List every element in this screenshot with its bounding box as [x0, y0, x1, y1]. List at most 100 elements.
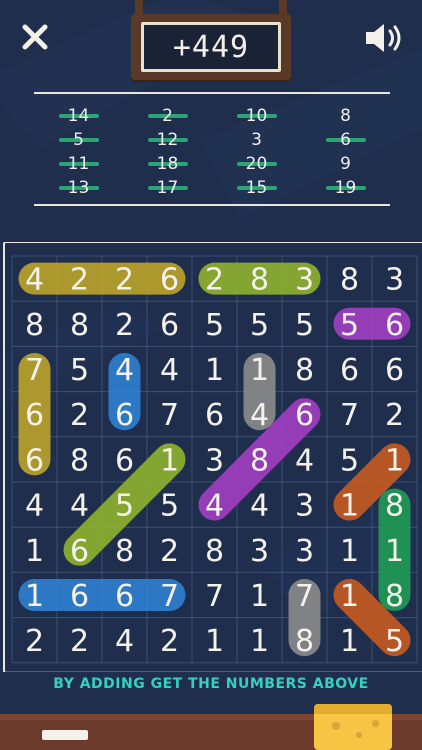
target-number: 6: [301, 128, 390, 151]
number-grid-board[interactable]: 4 2 2 6 2 8 3 8 38 8 2 6 5 5 5 5 67 5 4 4 1 1 8 6 66 2 6 7 6 4 6 7 26 8 6 1…: [0, 242, 422, 672]
grid-cell-number[interactable]: 5: [340, 443, 359, 478]
grid-cell-number[interactable]: 8: [250, 443, 269, 478]
target-number-label: 19: [334, 177, 357, 198]
grid-cell-number[interactable]: 4: [70, 489, 89, 524]
grid-cell-number[interactable]: 4: [25, 489, 44, 524]
grid-cell-number[interactable]: 6: [160, 308, 179, 343]
target-number-label: 3: [251, 129, 262, 150]
grid-cell-number[interactable]: 1: [25, 579, 44, 614]
grid-cell-number[interactable]: 3: [205, 443, 224, 478]
grid-cell-number[interactable]: 6: [340, 353, 359, 388]
grid-cell-number[interactable]: 6: [115, 443, 134, 478]
grid-cell-number[interactable]: 2: [115, 263, 134, 298]
grid-cell-number[interactable]: 3: [295, 534, 314, 569]
sponge-hole: [332, 722, 340, 730]
grid-cell-number[interactable]: 6: [295, 398, 314, 433]
grid-cell-number[interactable]: 1: [160, 443, 179, 478]
grid-cell-number[interactable]: 2: [25, 624, 44, 659]
grid-cell-number[interactable]: 8: [295, 353, 314, 388]
grid-cell-number[interactable]: 1: [250, 579, 269, 614]
grid-cell-number[interactable]: 2: [115, 308, 134, 343]
grid-cell-number[interactable]: 8: [70, 443, 89, 478]
grid-cell-number[interactable]: 5: [250, 308, 269, 343]
grid-cell-number[interactable]: 7: [295, 579, 314, 614]
grid-cell-number[interactable]: 2: [70, 263, 89, 298]
target-number: 9: [301, 152, 390, 175]
grid-cell-number[interactable]: 8: [295, 624, 314, 659]
target-number: 5: [34, 128, 123, 151]
grid-cell-number[interactable]: 2: [385, 398, 404, 433]
grid-cell-number[interactable]: 6: [70, 534, 89, 569]
grid-cell-number[interactable]: 6: [115, 398, 134, 433]
grid-cell-number[interactable]: 4: [250, 398, 269, 433]
target-number: 13: [34, 176, 123, 199]
grid-cell-number[interactable]: 1: [340, 579, 359, 614]
close-button[interactable]: [16, 18, 54, 56]
grid-cell-number[interactable]: 1: [340, 489, 359, 524]
target-number: 11: [34, 152, 123, 175]
grid-cell-number[interactable]: 4: [115, 353, 134, 388]
grid-cell-number[interactable]: 2: [160, 534, 179, 569]
grid-cell-number[interactable]: 7: [160, 579, 179, 614]
sound-toggle-button[interactable]: [360, 18, 410, 58]
grid-cell-number[interactable]: 6: [385, 353, 404, 388]
grid-cell-number[interactable]: 8: [340, 263, 359, 298]
grid-cell-number[interactable]: 7: [340, 398, 359, 433]
grid-cell-number[interactable]: 8: [115, 534, 134, 569]
grid-cell-number[interactable]: 1: [385, 534, 404, 569]
grid-cell-number[interactable]: 8: [250, 263, 269, 298]
grid-cell-number[interactable]: 5: [70, 353, 89, 388]
grid-cell-number[interactable]: 1: [340, 624, 359, 659]
grid-cell-number[interactable]: 3: [295, 263, 314, 298]
grid-cell-number[interactable]: 5: [295, 308, 314, 343]
grid-cell-number[interactable]: 4: [115, 624, 134, 659]
grid-cell-number[interactable]: 6: [70, 579, 89, 614]
target-number-label: 20: [245, 153, 268, 174]
grid-cell-number[interactable]: 6: [385, 308, 404, 343]
divider-top: [34, 92, 390, 94]
grid-cell-number[interactable]: 8: [385, 579, 404, 614]
grid-cell-number[interactable]: 3: [250, 534, 269, 569]
grid-cell-number[interactable]: 1: [25, 534, 44, 569]
grid-cell-number[interactable]: 5: [205, 308, 224, 343]
grid-cell-number[interactable]: 2: [70, 624, 89, 659]
target-number: 15: [212, 176, 301, 199]
sponge-hole: [356, 732, 362, 738]
target-number-label: 12: [156, 129, 179, 150]
grid-cell-number[interactable]: 2: [160, 624, 179, 659]
grid-cell-number[interactable]: 6: [205, 398, 224, 433]
grid-cell-number[interactable]: 6: [160, 263, 179, 298]
grid-cell-number[interactable]: 8: [70, 308, 89, 343]
grid-cell-number[interactable]: 4: [250, 489, 269, 524]
grid-cell-number[interactable]: 1: [250, 353, 269, 388]
grid-cell-number[interactable]: 5: [115, 489, 134, 524]
grid-cell-number[interactable]: 1: [205, 353, 224, 388]
grid-cell-number[interactable]: 8: [385, 489, 404, 524]
grid-cell-number[interactable]: 1: [250, 624, 269, 659]
grid-cell-number[interactable]: 6: [25, 443, 44, 478]
grid-cell-number[interactable]: 1: [385, 443, 404, 478]
grid-cell-number[interactable]: 3: [295, 489, 314, 524]
target-number-label: 11: [67, 153, 90, 174]
grid-cell-number[interactable]: 5: [385, 624, 404, 659]
grid-cell-number[interactable]: 3: [385, 263, 404, 298]
grid-cell-number[interactable]: 5: [340, 308, 359, 343]
grid-cell-number[interactable]: 5: [160, 489, 179, 524]
grid-cell-number[interactable]: 2: [205, 263, 224, 298]
grid-cell-number[interactable]: 4: [160, 353, 179, 388]
grid-cell-number[interactable]: 4: [205, 489, 224, 524]
grid-cell-number[interactable]: 6: [25, 398, 44, 433]
grid-cell-number[interactable]: 4: [25, 263, 44, 298]
grid-cell-number[interactable]: 8: [205, 534, 224, 569]
grid-cell-number[interactable]: 8: [25, 308, 44, 343]
grid-cell-number[interactable]: 1: [340, 534, 359, 569]
divider-bottom: [34, 204, 390, 206]
grid-cell-number[interactable]: 4: [295, 443, 314, 478]
grid-cell-number[interactable]: 7: [205, 579, 224, 614]
target-number-label: 9: [340, 153, 351, 174]
grid-cell-number[interactable]: 1: [205, 624, 224, 659]
grid-cell-number[interactable]: 6: [115, 579, 134, 614]
grid-cell-number[interactable]: 7: [160, 398, 179, 433]
grid-cell-number[interactable]: 7: [25, 353, 44, 388]
grid-cell-number[interactable]: 2: [70, 398, 89, 433]
